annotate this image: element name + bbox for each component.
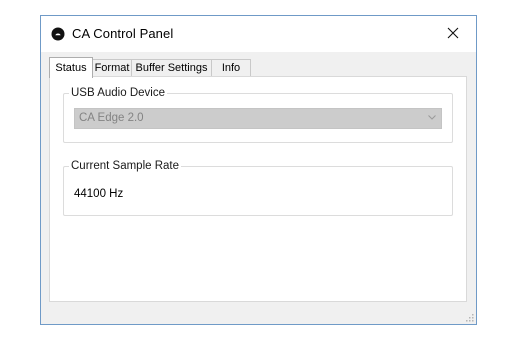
tab-buffer-settings-label: Buffer Settings bbox=[135, 62, 208, 74]
current-sample-rate-group: Current Sample Rate 44100 Hz bbox=[63, 160, 453, 216]
tab-info[interactable]: Info bbox=[211, 59, 251, 77]
usb-audio-device-label: USB Audio Device bbox=[71, 87, 165, 99]
status-tab-panel: USB Audio Device CA Edge 2.0 Current Sam… bbox=[49, 76, 467, 302]
close-icon bbox=[447, 27, 459, 39]
tab-buffer-settings[interactable]: Buffer Settings bbox=[131, 59, 212, 77]
tab-status-label: Status bbox=[55, 62, 87, 74]
resize-grip-icon[interactable] bbox=[464, 312, 474, 322]
chevron-down-icon bbox=[428, 115, 436, 120]
current-sample-rate-label: Current Sample Rate bbox=[71, 160, 180, 172]
ca-control-panel-window: CA Control Panel Status Format Buffer Se… bbox=[40, 15, 477, 325]
client-area: Status Format Buffer Settings Info USB A… bbox=[41, 52, 476, 324]
tab-format[interactable]: Format bbox=[92, 59, 132, 77]
tab-info-label: Info bbox=[221, 62, 241, 74]
sample-rate-value: 44100 Hz bbox=[74, 188, 124, 200]
title-bar[interactable]: CA Control Panel bbox=[41, 16, 476, 52]
tab-status[interactable]: Status bbox=[49, 57, 93, 78]
window-title: CA Control Panel bbox=[72, 26, 174, 41]
usb-device-selected-value: CA Edge 2.0 bbox=[79, 112, 144, 124]
usb-audio-device-group: USB Audio Device CA Edge 2.0 bbox=[63, 87, 453, 143]
tab-format-label: Format bbox=[94, 62, 130, 74]
close-button[interactable] bbox=[430, 16, 476, 50]
ca-logo-icon bbox=[51, 27, 65, 41]
usb-device-dropdown[interactable]: CA Edge 2.0 bbox=[74, 108, 442, 129]
